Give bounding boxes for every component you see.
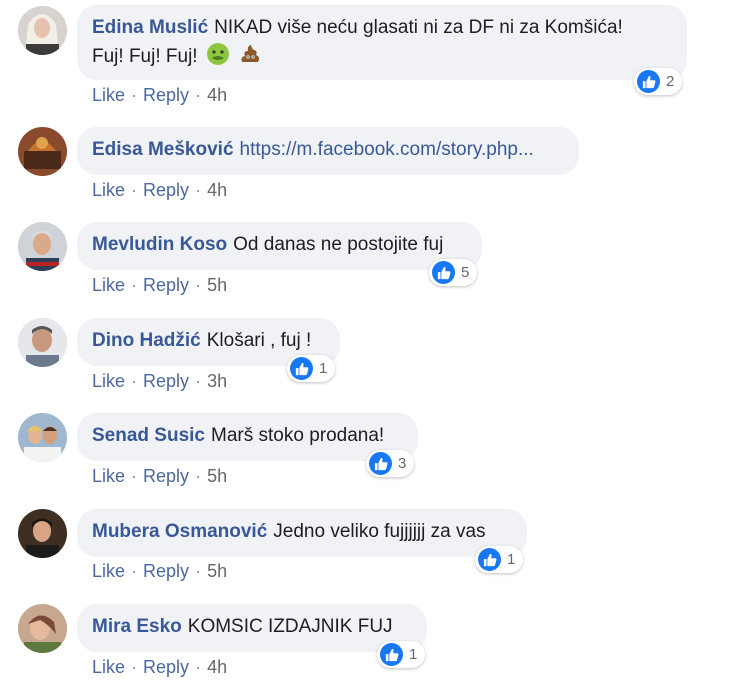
- reaction-badge[interactable]: 1: [377, 641, 426, 668]
- timestamp[interactable]: 4h: [207, 180, 227, 200]
- comment-actions: Like · Reply · 4h: [92, 180, 228, 200]
- like-button[interactable]: Like: [92, 657, 125, 677]
- like-count: 1: [507, 551, 516, 568]
- reply-button[interactable]: Reply: [143, 180, 189, 200]
- like-icon: [478, 548, 501, 571]
- like-icon: [637, 70, 660, 93]
- like-icon: [369, 452, 392, 475]
- comment-text: Jedno veliko fujjjjjj za vas: [273, 521, 486, 542]
- like-count: 2: [666, 73, 675, 90]
- comment-author[interactable]: Mira Esko: [92, 616, 182, 637]
- like-count: 3: [398, 455, 407, 472]
- like-icon: [290, 357, 313, 380]
- timestamp[interactable]: 4h: [207, 657, 227, 677]
- comment-bubble: Mira Esko KOMSIC IZDAJNIK FUJ: [77, 604, 427, 652]
- timestamp[interactable]: 5h: [207, 275, 227, 295]
- comment-bubble: Mubera Osmanović Jedno veliko fujjjjjj za…: [77, 509, 527, 557]
- timestamp[interactable]: 5h: [207, 561, 227, 581]
- comment-author[interactable]: Dino Hadžić: [92, 330, 201, 351]
- avatar[interactable]: [18, 222, 67, 271]
- like-icon: [432, 261, 455, 284]
- like-count: 1: [319, 360, 328, 377]
- avatar[interactable]: [18, 6, 67, 55]
- comment-text: Klošari , fuj !: [206, 330, 312, 351]
- timestamp[interactable]: 3h: [207, 371, 227, 391]
- timestamp[interactable]: 4h: [207, 85, 227, 105]
- comment-actions: Like · Reply · 5h: [92, 466, 228, 486]
- avatar[interactable]: [18, 413, 67, 462]
- comment-text: Marš stoko prodana!: [211, 425, 385, 446]
- like-button[interactable]: Like: [92, 85, 125, 105]
- reply-button[interactable]: Reply: [143, 657, 189, 677]
- reaction-badge[interactable]: 1: [287, 355, 336, 382]
- comment-author[interactable]: Mubera Osmanović: [92, 521, 267, 542]
- like-icon: [380, 643, 403, 666]
- comment-author[interactable]: Edisa Mešković: [92, 139, 234, 160]
- comment-bubble: Edina Muslić NIKAD više neću glasati ni z…: [77, 5, 687, 80]
- comment-bubble: Edisa Mešković https://m.facebook.com/sto…: [77, 127, 579, 175]
- comment-author[interactable]: Senad Susic: [92, 425, 205, 446]
- comment-text-line2: Fuj! Fuj! Fuj!: [92, 46, 198, 67]
- comment-actions: Like · Reply · 4h: [92, 85, 228, 105]
- nauseated-face-icon: [206, 42, 230, 66]
- comment-bubble: Senad Susic Marš stoko prodana!: [77, 413, 418, 461]
- comment-actions: Like · Reply · 5h: [92, 275, 228, 295]
- comment-text: Od danas ne postojite fuj: [233, 234, 444, 255]
- poop-icon: [238, 42, 262, 66]
- like-button[interactable]: Like: [92, 180, 125, 200]
- reaction-badge[interactable]: 2: [634, 68, 683, 95]
- reply-button[interactable]: Reply: [143, 275, 189, 295]
- comment-author[interactable]: Mevludin Koso: [92, 234, 227, 255]
- like-button[interactable]: Like: [92, 561, 125, 581]
- reaction-badge[interactable]: 5: [429, 259, 478, 286]
- avatar[interactable]: [18, 127, 67, 176]
- like-count: 5: [461, 264, 470, 281]
- comment-actions: Like · Reply · 4h: [92, 657, 228, 677]
- avatar[interactable]: [18, 318, 67, 367]
- reply-button[interactable]: Reply: [143, 85, 189, 105]
- comment-author[interactable]: Edina Muslić: [92, 17, 208, 38]
- reply-button[interactable]: Reply: [143, 371, 189, 391]
- comment-bubble: Mevludin Koso Od danas ne postojite fuj: [77, 222, 482, 270]
- comment-actions: Like · Reply · 3h: [92, 371, 228, 391]
- like-button[interactable]: Like: [92, 275, 125, 295]
- timestamp[interactable]: 5h: [207, 466, 227, 486]
- reply-button[interactable]: Reply: [143, 561, 189, 581]
- reaction-badge[interactable]: 1: [475, 546, 524, 573]
- reply-button[interactable]: Reply: [143, 466, 189, 486]
- comment-link[interactable]: https://m.facebook.com/story.php...: [240, 139, 534, 160]
- comment-actions: Like · Reply · 5h: [92, 561, 228, 581]
- like-button[interactable]: Like: [92, 466, 125, 486]
- avatar[interactable]: [18, 509, 67, 558]
- like-count: 1: [409, 646, 418, 663]
- like-button[interactable]: Like: [92, 371, 125, 391]
- avatar[interactable]: [18, 604, 67, 653]
- comment-text: NIKAD više neću glasati ni za DF ni za K…: [214, 17, 623, 38]
- comment-text: KOMSIC IZDAJNIK FUJ: [187, 616, 393, 637]
- reaction-badge[interactable]: 3: [366, 450, 415, 477]
